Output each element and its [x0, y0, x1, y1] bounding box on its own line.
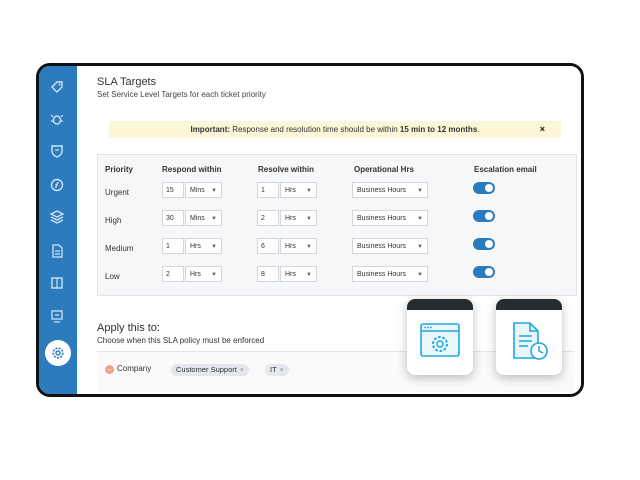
unit-label: Hrs: [285, 271, 296, 278]
chip-it[interactable]: IT ×: [265, 364, 289, 376]
unit-label: Hrs: [285, 243, 296, 250]
resolve-value-input[interactable]: 2: [257, 210, 279, 226]
escalation-toggle[interactable]: [473, 238, 495, 250]
remove-condition-icon[interactable]: –: [105, 365, 114, 374]
tag-icon[interactable]: [48, 78, 66, 96]
chip-label: Customer Support: [176, 365, 237, 374]
escalation-toggle[interactable]: [473, 182, 495, 194]
operational-label: Business Hours: [357, 215, 407, 222]
header-escalation: Escalation email: [474, 165, 537, 174]
row-priority: Urgent: [105, 188, 130, 197]
unit-label: Hrs: [190, 271, 201, 278]
header-priority: Priority: [105, 165, 134, 174]
operational-label: Business Hours: [357, 243, 407, 250]
chip-label: IT: [270, 365, 277, 374]
caret-down-icon: ▼: [417, 188, 423, 194]
notice-label: Important:: [190, 125, 231, 134]
resolve-unit-select[interactable]: Hrs ▼: [280, 210, 317, 226]
unit-label: Hrs: [285, 215, 296, 222]
unit-label: Hrs: [285, 187, 296, 194]
respond-unit-select[interactable]: Mins ▼: [185, 210, 222, 226]
apply-title: Apply this to:: [97, 322, 160, 334]
caret-down-icon: ▼: [306, 244, 312, 250]
header-operational: Operational Hrs: [354, 165, 415, 174]
operational-hours-select[interactable]: Business Hours ▼: [352, 182, 428, 198]
caret-down-icon: ▼: [211, 272, 217, 278]
caret-down-icon: ▼: [306, 272, 312, 278]
notice-text: Response and resolution time should be w…: [230, 125, 400, 134]
notice-end: .: [477, 125, 480, 134]
bug-icon[interactable]: [48, 110, 66, 128]
row-priority: Low: [105, 272, 120, 281]
respond-value-input[interactable]: 30: [162, 210, 184, 226]
sidebar: [39, 66, 77, 394]
operational-label: Business Hours: [357, 187, 407, 194]
respond-value-input[interactable]: 15: [162, 182, 184, 198]
page-subtitle: Set Service Level Targets for each ticke…: [97, 90, 266, 99]
document-clock-icon: [513, 322, 548, 360]
chip-remove-icon[interactable]: ×: [280, 367, 284, 374]
resolve-value-input[interactable]: 1: [257, 182, 279, 198]
card-header: [407, 299, 473, 310]
document-clock-card: [496, 299, 562, 375]
caret-down-icon: ▼: [417, 272, 423, 278]
caret-down-icon: ▼: [211, 244, 217, 250]
row-priority: High: [105, 216, 122, 225]
resolve-unit-select[interactable]: Hrs ▼: [280, 266, 317, 282]
unit-label: Hrs: [190, 243, 201, 250]
resolve-unit-select[interactable]: Hrs ▼: [280, 238, 317, 254]
header-resolve: Resolve within: [258, 165, 315, 174]
apply-subtitle: Choose when this SLA policy must be enfo…: [97, 336, 265, 345]
chip-remove-icon[interactable]: ×: [240, 367, 244, 374]
header-respond: Respond within: [162, 165, 222, 174]
book-icon[interactable]: [48, 274, 66, 292]
caret-down-icon: ▼: [211, 188, 217, 194]
caret-down-icon: ▼: [417, 216, 423, 222]
operational-hours-select[interactable]: Business Hours ▼: [352, 210, 428, 226]
shield-icon[interactable]: [48, 142, 66, 160]
inbox-icon[interactable]: [48, 307, 66, 325]
caret-down-icon: ▼: [306, 216, 312, 222]
resolve-value-input[interactable]: 8: [257, 266, 279, 282]
respond-unit-select[interactable]: Hrs ▼: [185, 266, 222, 282]
sla-targets-table: Priority Respond within Resolve within O…: [97, 154, 577, 296]
escalation-toggle[interactable]: [473, 210, 495, 222]
condition-label: Company: [117, 364, 152, 373]
resolve-unit-select[interactable]: Hrs ▼: [280, 182, 317, 198]
respond-unit-select[interactable]: Hrs ▼: [185, 238, 222, 254]
notice-range: 15 min to 12 months: [399, 125, 478, 134]
compass-icon[interactable]: [48, 176, 66, 194]
resolve-value-input[interactable]: 6: [257, 238, 279, 254]
caret-down-icon: ▼: [211, 216, 217, 222]
escalation-toggle[interactable]: [473, 266, 495, 278]
row-priority: Medium: [105, 244, 134, 253]
layers-icon[interactable]: [48, 208, 66, 226]
caret-down-icon: ▼: [306, 188, 312, 194]
settings-icon[interactable]: [45, 340, 71, 366]
close-icon[interactable]: ×: [540, 124, 545, 134]
operational-hours-select[interactable]: Business Hours ▼: [352, 266, 428, 282]
unit-label: Mins: [190, 187, 205, 194]
unit-label: Mins: [190, 215, 205, 222]
operational-hours-select[interactable]: Business Hours ▼: [352, 238, 428, 254]
operational-label: Business Hours: [357, 271, 407, 278]
chip-customer-support[interactable]: Customer Support ×: [171, 364, 249, 376]
respond-value-input[interactable]: 2: [162, 266, 184, 282]
browser-settings-icon: [420, 323, 460, 357]
browser-settings-card: [407, 299, 473, 375]
card-header: [496, 299, 562, 310]
respond-unit-select[interactable]: Mins ▼: [185, 182, 222, 198]
page-title: SLA Targets: [97, 76, 157, 88]
respond-value-input[interactable]: 1: [162, 238, 184, 254]
notice-banner: Important: Response and resolution time …: [109, 121, 561, 138]
caret-down-icon: ▼: [417, 244, 423, 250]
document-icon[interactable]: [48, 242, 66, 260]
